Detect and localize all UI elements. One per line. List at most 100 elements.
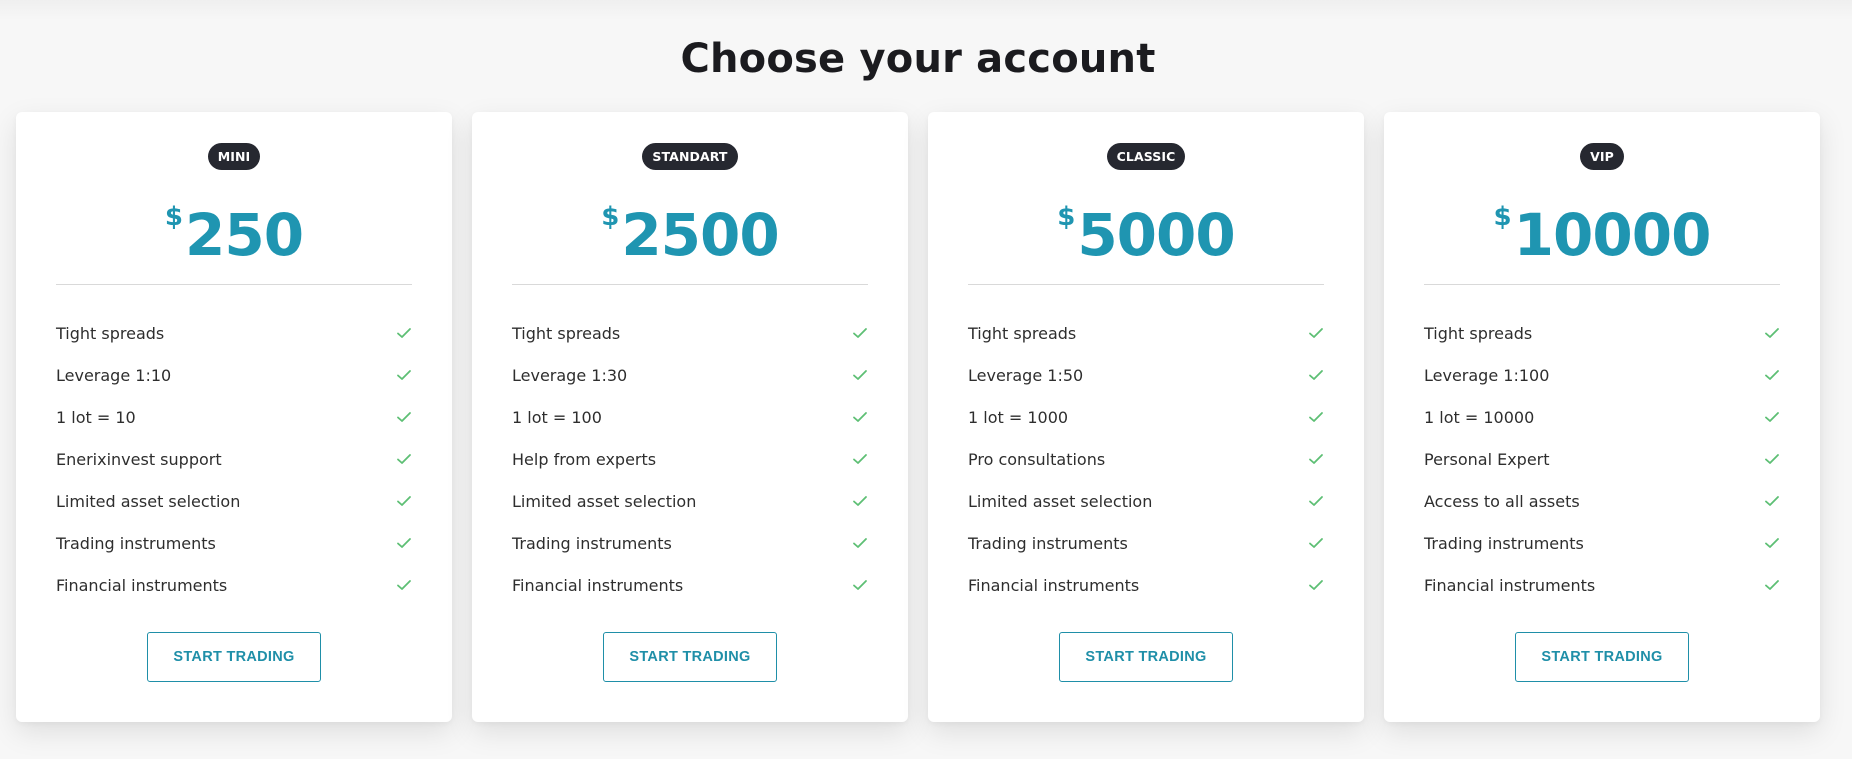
account-price: $250 [16, 198, 452, 272]
feature-label: Leverage 1:50 [968, 365, 1084, 385]
feature-list: Tight spreads Leverage 1:100 1 lot = 10000… [1424, 312, 1780, 606]
divider [1424, 284, 1780, 285]
currency-symbol: $ [1057, 202, 1076, 232]
check-icon [853, 580, 867, 590]
feature-item: 1 lot = 10000 [1424, 396, 1780, 438]
check-icon [853, 370, 867, 380]
check-icon [853, 538, 867, 548]
check-icon [397, 580, 411, 590]
feature-label: 1 lot = 1000 [968, 407, 1069, 427]
feature-label: 1 lot = 10 [56, 407, 136, 427]
feature-label: Tight spreads [512, 323, 621, 343]
check-icon [397, 454, 411, 464]
feature-item: Financial instruments [512, 564, 868, 606]
check-icon [1309, 496, 1323, 506]
feature-label: Help from experts [512, 449, 657, 469]
account-badge: CLASSIC [1106, 143, 1186, 170]
feature-list: Tight spreads Leverage 1:10 1 lot = 10 Ener… [56, 312, 412, 606]
feature-item: Leverage 1:100 [1424, 354, 1780, 396]
check-icon [1309, 580, 1323, 590]
check-icon [853, 412, 867, 422]
feature-label: 1 lot = 10000 [1424, 407, 1535, 427]
feature-item: Limited asset selection [968, 480, 1324, 522]
account-card-classic: CLASSIC $5000 Tight spreads Leverage 1:50… [928, 112, 1364, 722]
account-card-vip: VIP $10000 Tight spreads Leverage 1:100 1 … [1384, 112, 1820, 722]
feature-label: Tight spreads [56, 323, 165, 343]
feature-label: Limited asset selection [512, 491, 697, 511]
start-trading-button[interactable]: START TRADING [1515, 632, 1689, 682]
check-icon [1765, 580, 1779, 590]
start-trading-button[interactable]: START TRADING [603, 632, 777, 682]
account-badge: STANDART [642, 143, 738, 170]
check-icon [1765, 454, 1779, 464]
check-icon [397, 538, 411, 548]
check-icon [1309, 538, 1323, 548]
feature-label: Financial instruments [968, 575, 1140, 595]
feature-label: Leverage 1:30 [512, 365, 628, 385]
feature-item: 1 lot = 1000 [968, 396, 1324, 438]
check-icon [1765, 496, 1779, 506]
check-icon [853, 496, 867, 506]
feature-item: Enerixinvest support [56, 438, 412, 480]
feature-item: 1 lot = 100 [512, 396, 868, 438]
feature-item: Leverage 1:30 [512, 354, 868, 396]
feature-item: Pro consultations [968, 438, 1324, 480]
feature-label: Leverage 1:100 [1424, 365, 1550, 385]
start-trading-button[interactable]: START TRADING [1059, 632, 1233, 682]
account-price: $2500 [472, 198, 908, 272]
check-icon [397, 412, 411, 422]
feature-item: Tight spreads [1424, 312, 1780, 354]
feature-label: Trading instruments [1424, 533, 1584, 553]
feature-item: Financial instruments [56, 564, 412, 606]
check-icon [1765, 328, 1779, 338]
feature-label: Tight spreads [1424, 323, 1533, 343]
feature-label: Pro consultations [968, 449, 1106, 469]
feature-label: Limited asset selection [56, 491, 241, 511]
start-trading-button[interactable]: START TRADING [147, 632, 321, 682]
check-icon [397, 496, 411, 506]
feature-label: Trading instruments [968, 533, 1128, 553]
feature-item: Financial instruments [968, 564, 1324, 606]
feature-item: Tight spreads [968, 312, 1324, 354]
divider [56, 284, 412, 285]
account-price: $5000 [928, 198, 1364, 272]
check-icon [1309, 412, 1323, 422]
account-card-standart: STANDART $2500 Tight spreads Leverage 1:3… [472, 112, 908, 722]
feature-label: 1 lot = 100 [512, 407, 602, 427]
feature-label: Trading instruments [56, 533, 216, 553]
check-icon [1309, 454, 1323, 464]
feature-list: Tight spreads Leverage 1:50 1 lot = 1000 Pr… [968, 312, 1324, 606]
divider [968, 284, 1324, 285]
feature-item: Trading instruments [968, 522, 1324, 564]
check-icon [397, 370, 411, 380]
feature-item: Tight spreads [56, 312, 412, 354]
feature-item: 1 lot = 10 [56, 396, 412, 438]
currency-symbol: $ [164, 202, 183, 232]
feature-item: Trading instruments [1424, 522, 1780, 564]
feature-label: Financial instruments [56, 575, 228, 595]
check-icon [1765, 538, 1779, 548]
check-icon [1309, 370, 1323, 380]
feature-label: Access to all assets [1424, 491, 1580, 511]
account-badge: MINI [207, 143, 261, 170]
feature-item: Limited asset selection [512, 480, 868, 522]
divider [512, 284, 868, 285]
feature-item: Trading instruments [56, 522, 412, 564]
feature-item: Leverage 1:50 [968, 354, 1324, 396]
check-icon [1765, 370, 1779, 380]
price-amount: 5000 [1077, 201, 1235, 269]
feature-item: Financial instruments [1424, 564, 1780, 606]
feature-label: Trading instruments [512, 533, 672, 553]
feature-item: Personal Expert [1424, 438, 1780, 480]
feature-list: Tight spreads Leverage 1:30 1 lot = 100 Hel… [512, 312, 868, 606]
account-badge: VIP [1580, 143, 1624, 170]
price-amount: 250 [185, 201, 304, 269]
price-amount: 2500 [621, 201, 779, 269]
currency-symbol: $ [1493, 202, 1512, 232]
feature-label: Limited asset selection [968, 491, 1153, 511]
feature-item: Access to all assets [1424, 480, 1780, 522]
feature-label: Tight spreads [968, 323, 1077, 343]
price-amount: 10000 [1513, 201, 1712, 269]
feature-item: Trading instruments [512, 522, 868, 564]
feature-label: Financial instruments [512, 575, 684, 595]
